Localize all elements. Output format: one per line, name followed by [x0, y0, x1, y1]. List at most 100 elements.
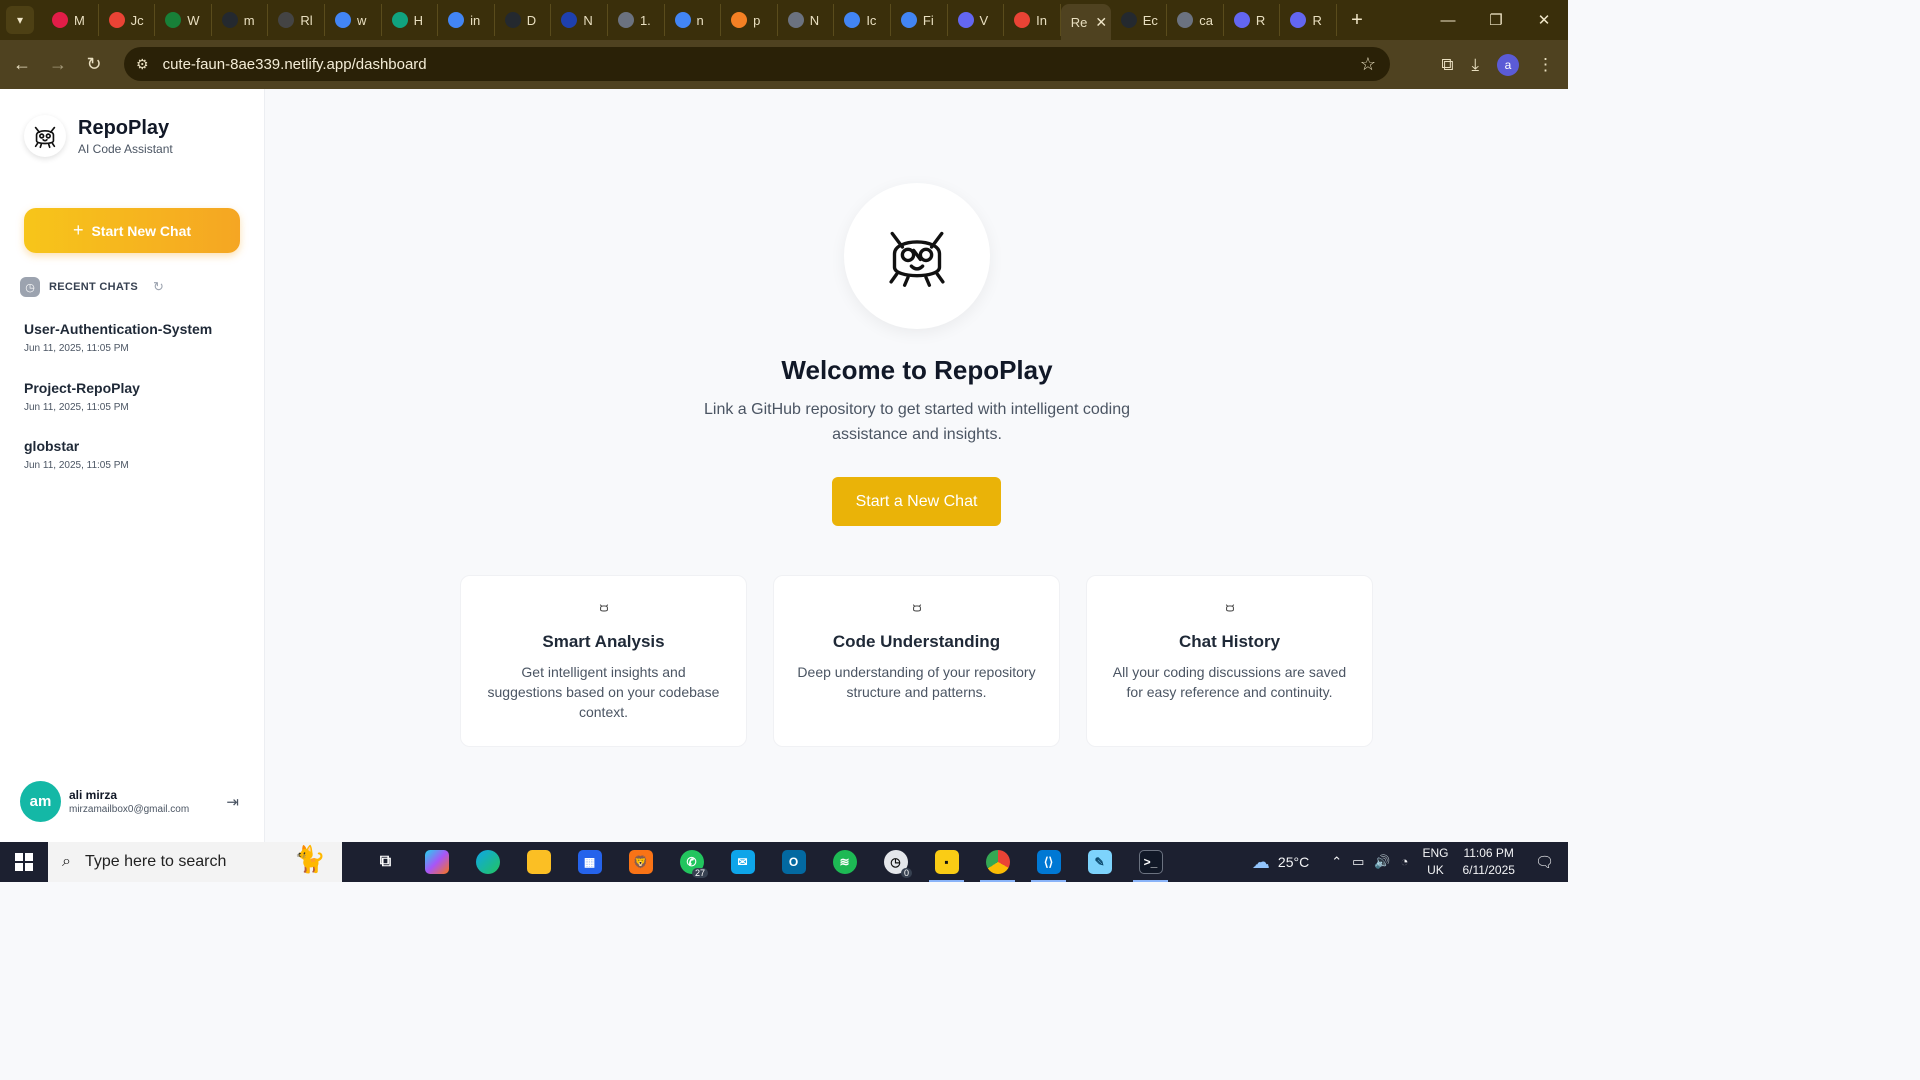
chat-item[interactable]: Project-RepoPlay Jun 11, 2025, 11:05 PM [24, 380, 244, 439]
microsoft-store-icon[interactable]: ▦ [564, 842, 615, 882]
url-text[interactable]: cute-faun-8ae339.netlify.app/dashboard [163, 56, 427, 73]
close-window-icon[interactable]: ✕ [1520, 0, 1568, 40]
meet-icon[interactable]: ▭ [1352, 854, 1364, 870]
close-tab-icon[interactable]: ✕ [1095, 14, 1107, 31]
browser-tab[interactable]: Fi [891, 4, 948, 36]
clock-app-icon[interactable]: ◷ 0 [870, 842, 921, 882]
browser-tab[interactable]: N [551, 4, 608, 36]
profile-avatar[interactable]: a [1497, 53, 1519, 76]
browser-tab[interactable]: Ec [1111, 4, 1168, 36]
spotify-icon[interactable]: ≋ [819, 842, 870, 882]
app-icon [1233, 12, 1250, 28]
browser-tab[interactable]: R [1224, 4, 1281, 36]
tab-label: m [243, 12, 255, 28]
browser-tab[interactable]: R [1280, 4, 1338, 36]
browser-tab[interactable]: Jc [99, 4, 156, 36]
browser-tab[interactable]: Rl [268, 4, 325, 36]
browser-tab[interactable]: ca [1167, 4, 1224, 36]
browser-tab[interactable]: 1. [608, 4, 665, 36]
extensions-icon[interactable]: ⧉ [1441, 55, 1453, 75]
tab-search-icon[interactable]: ▾ [6, 6, 34, 34]
chat-title: Project-RepoPlay [24, 379, 140, 396]
tab-label: D [526, 12, 537, 28]
weather-widget[interactable]: ☁ 25°C [1252, 852, 1309, 873]
tab-label: Fi [922, 12, 934, 28]
browser-tab[interactable]: in [438, 4, 495, 36]
browser-tab[interactable]: N [778, 4, 835, 36]
sticky-notes-icon[interactable]: ▪ [921, 842, 972, 882]
browser-tab[interactable]: V [948, 4, 1005, 36]
browser-tab[interactable]: In [1004, 4, 1061, 36]
site-info-icon[interactable]: ⚙ [136, 56, 149, 73]
start-a-new-chat-button[interactable]: Start a New Chat [832, 477, 1001, 526]
notifications-icon[interactable]: 🗨 [1535, 853, 1554, 871]
file-explorer-icon[interactable] [513, 842, 564, 882]
terminal-icon[interactable]: >_ [1125, 842, 1176, 882]
tab-label: Ec [1142, 12, 1158, 28]
brave-icon[interactable]: 🦁 [615, 842, 666, 882]
browser-tab[interactable]: H [382, 4, 439, 36]
new-tab-icon[interactable]: + [1351, 9, 1363, 32]
tab-active[interactable]: Re ✕ [1060, 4, 1111, 40]
search-icon: ⌕ [62, 853, 71, 870]
mini-logo-icon [461, 602, 746, 614]
windows-start-icon[interactable] [0, 842, 48, 882]
browser-tab[interactable]: p [721, 4, 778, 36]
copilot-icon[interactable] [411, 842, 462, 882]
card-title: Code Understanding [832, 632, 1001, 651]
outlook-icon[interactable]: O [768, 842, 819, 882]
wifi-icon[interactable]: ◔ [1401, 854, 1409, 870]
chrome-icon[interactable] [972, 842, 1023, 882]
browser-tab-bar: ▾ M Jc Wm Rl w Hin D N 1. n p N Ic Fi V In Re ✕ Ec ca R R + —… [0, 0, 1568, 40]
browser-tab[interactable]: M [42, 4, 99, 36]
url-field[interactable]: ⚙ cute-faun-8ae339.netlify.app/dashboard… [124, 47, 1390, 81]
feature-card-smart-analysis: Smart Analysis Get intelligent insights … [460, 575, 747, 747]
lang-line-1: ENG [1422, 846, 1449, 860]
whatsapp-badge: 27 [691, 868, 708, 878]
restore-icon[interactable]: ❐ [1472, 0, 1520, 40]
hero-logo-icon [844, 183, 990, 329]
refresh-icon[interactable]: ↻ [153, 279, 164, 295]
browser-tab[interactable]: D [495, 4, 552, 36]
tab-label: W [187, 12, 200, 28]
download-icon[interactable]: ⤓ [1471, 55, 1479, 75]
browser-tab[interactable]: m [212, 4, 269, 36]
mini-logo-icon [774, 602, 1059, 614]
minimize-icon[interactable]: — [1424, 0, 1472, 40]
browser-tab[interactable]: w [325, 4, 382, 36]
tab-label: R [1312, 12, 1322, 28]
mail-app-icon[interactable]: ✉ [717, 842, 768, 882]
mini-logo-icon [1087, 602, 1372, 614]
tab-label: Rl [300, 12, 313, 28]
whatsapp-icon[interactable]: ✆ 27 [666, 842, 717, 882]
browser-tab[interactable]: Ic [834, 4, 891, 36]
edge-icon[interactable] [462, 842, 513, 882]
app-icon [561, 12, 578, 28]
taskbar-clock[interactable]: 11:06 PM 6/11/2025 [1462, 845, 1515, 879]
tab-label: in [470, 12, 481, 28]
windows-taskbar: ⌕ Type here to search 🐈 ⧉ ▦ 🦁 ✆ 27 ✉ O ≋ … [0, 842, 1568, 882]
chat-item[interactable]: User-Authentication-System Jun 11, 2025,… [24, 321, 244, 380]
menu-icon[interactable]: ⋮ [1537, 55, 1554, 75]
browser-tab[interactable]: W [155, 4, 212, 36]
start-new-chat-button[interactable]: + Start New Chat [24, 208, 240, 253]
toolbar-right: ⧉ ⤓ a ⋮ [1441, 40, 1568, 89]
task-view-icon[interactable]: ⧉ [360, 842, 411, 882]
back-icon[interactable]: ← [4, 47, 40, 83]
browser-tab[interactable]: n [665, 4, 722, 36]
card-text: Get intelligent insights and suggestions… [487, 664, 720, 720]
chat-item[interactable]: globstar Jun 11, 2025, 11:05 PM [24, 438, 244, 497]
reload-icon[interactable]: ↻ [76, 47, 112, 83]
google-icon [334, 12, 351, 28]
notepad-icon[interactable]: ✎ [1074, 842, 1125, 882]
language-indicator[interactable]: ENG UK [1422, 845, 1448, 879]
taskbar-search-field[interactable]: ⌕ Type here to search 🐈 [48, 842, 342, 882]
bookmark-star-icon[interactable]: ☆ [1360, 54, 1376, 75]
forward-icon[interactable]: → [40, 47, 76, 83]
card-text: All your coding discussions are saved fo… [1112, 664, 1347, 700]
logout-icon[interactable]: ⇥ [226, 793, 239, 811]
volume-icon[interactable]: 🔊 [1374, 854, 1390, 870]
user-avatar[interactable]: am [20, 781, 61, 822]
chevron-up-icon[interactable]: ⌃ [1331, 854, 1342, 870]
vscode-icon[interactable]: ⟨⟩ [1023, 842, 1074, 882]
